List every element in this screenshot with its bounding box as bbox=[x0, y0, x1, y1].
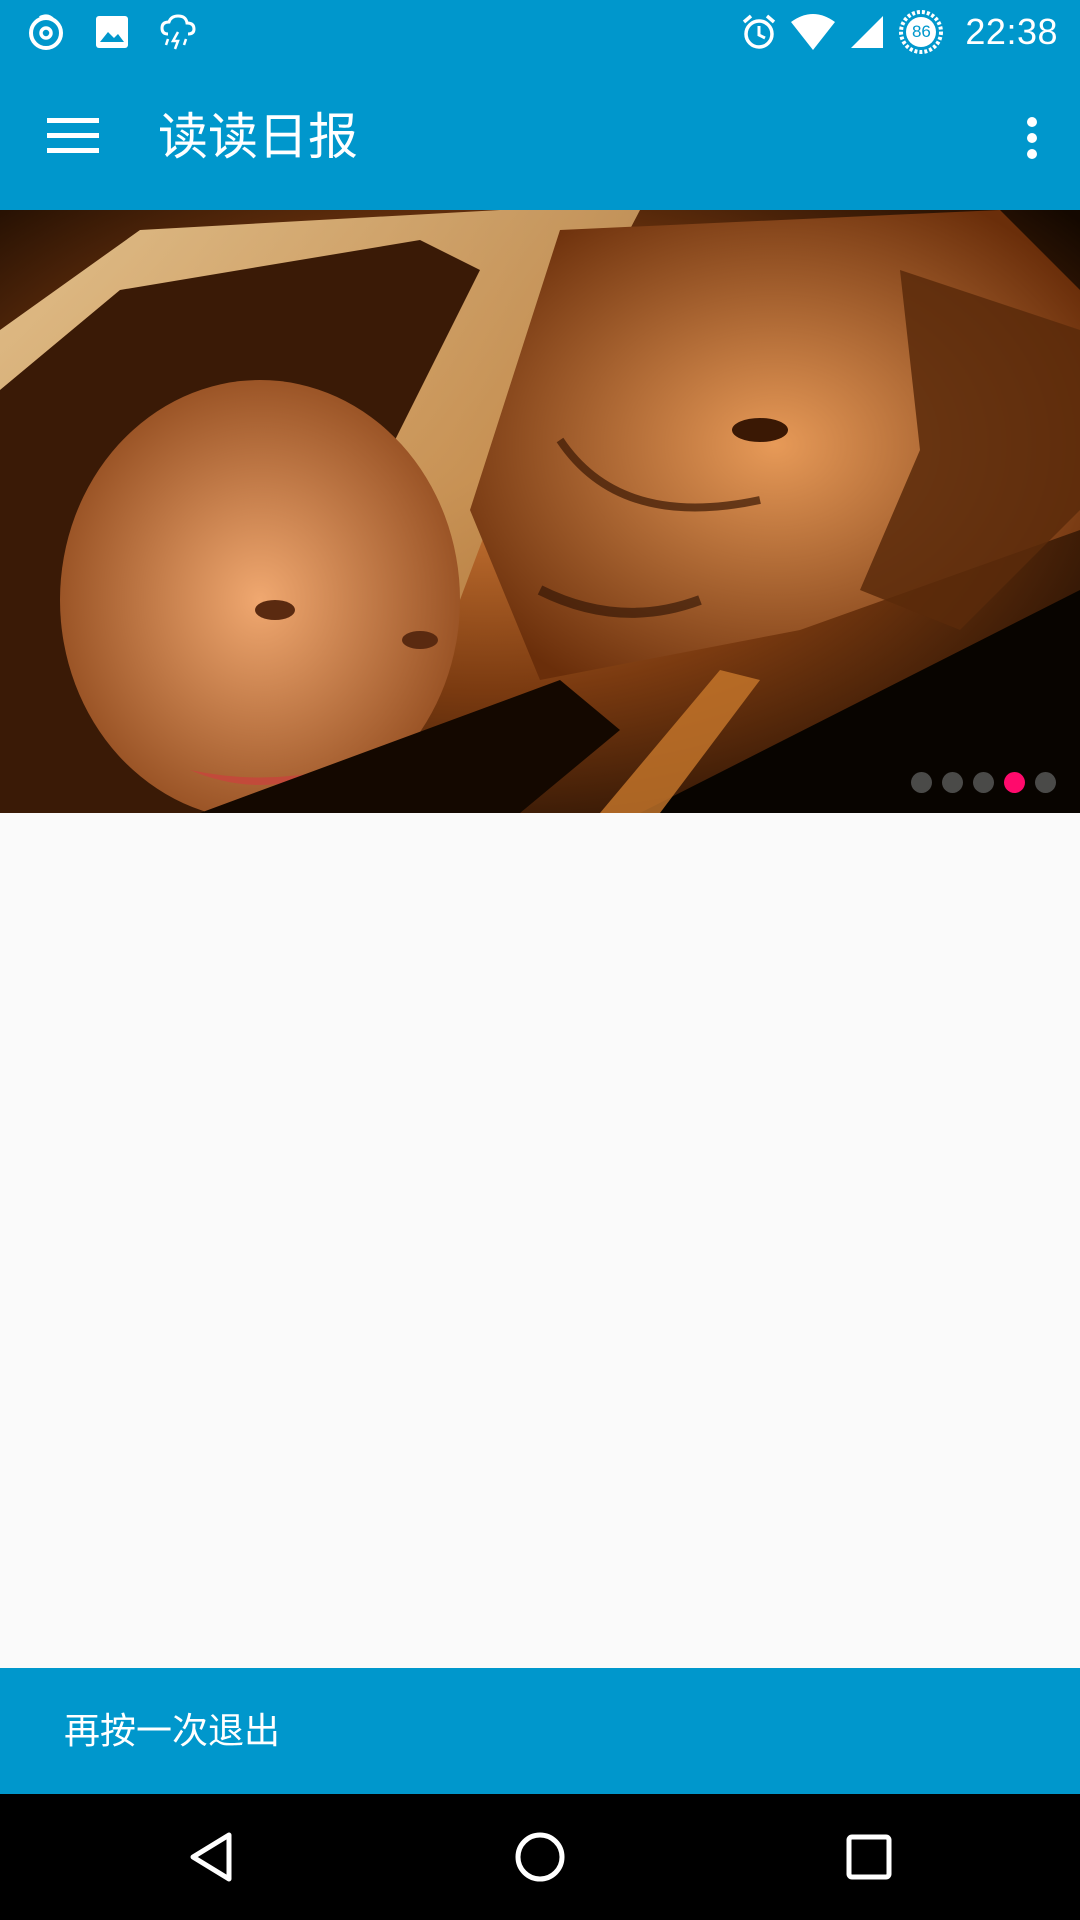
more-vert-icon[interactable] bbox=[1002, 103, 1062, 173]
carousel-indicator bbox=[911, 772, 1056, 793]
system-nav-bar bbox=[0, 1794, 1080, 1920]
banner-image bbox=[0, 210, 1080, 813]
battery-level: 86 bbox=[911, 22, 931, 41]
banner-carousel[interactable] bbox=[0, 210, 1080, 813]
cell-signal-icon bbox=[847, 12, 887, 52]
snackbar: 再按一次退出 bbox=[0, 1668, 1080, 1794]
alarm-icon bbox=[739, 12, 779, 52]
weather-storm-icon bbox=[158, 12, 198, 52]
status-clock: 22:38 bbox=[965, 11, 1058, 52]
content-area bbox=[0, 813, 1080, 1668]
home-icon[interactable] bbox=[505, 1822, 575, 1892]
carousel-dot[interactable] bbox=[942, 772, 963, 793]
app-bar: 读读日报 bbox=[0, 63, 1080, 210]
carousel-dot[interactable] bbox=[911, 772, 932, 793]
hamburger-menu-icon[interactable] bbox=[36, 107, 110, 165]
snackbar-message: 再按一次退出 bbox=[64, 1711, 281, 1752]
carousel-dot[interactable] bbox=[973, 772, 994, 793]
status-bar: 86 22:38 bbox=[0, 0, 1080, 63]
carousel-dot[interactable] bbox=[1035, 772, 1056, 793]
app-title: 读读日报 bbox=[158, 108, 358, 166]
carousel-dot-active[interactable] bbox=[1004, 772, 1025, 793]
recents-icon[interactable] bbox=[834, 1822, 904, 1892]
battery-icon: 86 bbox=[897, 8, 945, 56]
back-icon[interactable] bbox=[176, 1822, 246, 1892]
image-icon bbox=[92, 12, 132, 52]
wifi-icon bbox=[789, 12, 837, 52]
netease-music-icon bbox=[26, 12, 66, 52]
